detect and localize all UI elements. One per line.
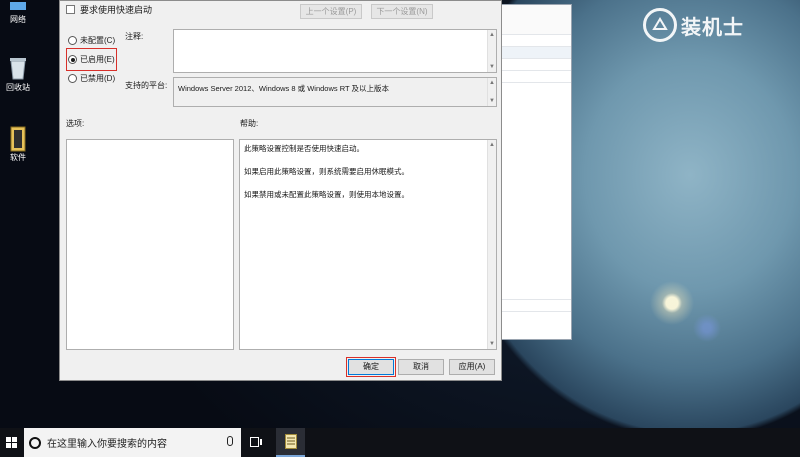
cortana-icon: [29, 436, 41, 449]
cancel-button[interactable]: 取消: [398, 359, 444, 375]
supported-scrollbar[interactable]: ▲ ▼: [487, 78, 496, 106]
help-text-line: 如果启用此策略设置，则系统需要启用休眠模式。: [244, 167, 409, 176]
policy-icon: [66, 5, 75, 14]
recycle-bin-icon: [7, 56, 29, 80]
brand-logo-icon: [643, 8, 677, 42]
options-panel[interactable]: [66, 139, 234, 350]
radio-enabled[interactable]: 已启用(E): [65, 48, 118, 71]
windows-logo-icon: [6, 436, 17, 448]
background-window[interactable]: [498, 4, 572, 340]
folder-icon: [7, 126, 29, 152]
desktop-icon-label: 回收站: [6, 83, 30, 92]
radio-icon: [68, 55, 77, 64]
dialog-title-row: 要求使用快速启动: [66, 3, 152, 16]
scroll-up-icon: ▲: [489, 80, 495, 86]
prev-setting-button[interactable]: 上一个设置(P): [300, 4, 362, 19]
next-setting-button[interactable]: 下一个设置(N): [371, 4, 433, 19]
scroll-up-icon: ▲: [489, 142, 495, 148]
brand-text: 装机士: [681, 16, 744, 39]
supported-platforms-box: Windows Server 2012、Windows 8 或 Windows …: [173, 77, 497, 107]
radio-icon: [68, 36, 77, 45]
scroll-up-icon: ▲: [489, 32, 495, 38]
scroll-down-icon: ▼: [489, 341, 495, 347]
help-text-line: 此策略设置控制是否使用快速启动。: [244, 144, 364, 153]
policy-setting-dialog[interactable]: 要求使用快速启动 上一个设置(P) 下一个设置(N) 未配置(C) 已启用(E)…: [59, 0, 502, 381]
brand-watermark: 装机士: [643, 8, 744, 42]
state-radio-group: 未配置(C) 已启用(E) 已禁用(D): [65, 31, 118, 88]
radio-not-configured[interactable]: 未配置(C): [68, 31, 115, 50]
desktop-icon-recycle-bin[interactable]: 回收站: [0, 56, 38, 93]
notepad-icon: [284, 434, 297, 449]
dialog-title: 要求使用快速启动: [80, 5, 153, 15]
comment-textarea[interactable]: ▲ ▼: [173, 29, 497, 73]
help-label: 帮助:: [240, 119, 259, 128]
microphone-icon[interactable]: [227, 436, 233, 446]
help-panel[interactable]: 此策略设置控制是否使用快速启动。 如果启用此策略设置，则系统需要启用休眠模式。 …: [239, 139, 497, 350]
supported-platforms-value: Windows Server 2012、Windows 8 或 Windows …: [178, 84, 390, 93]
comment-scrollbar[interactable]: ▲ ▼: [487, 30, 496, 72]
scroll-down-icon: ▼: [489, 64, 495, 70]
scroll-down-icon: ▼: [489, 98, 495, 104]
start-button[interactable]: [0, 428, 24, 457]
apply-button[interactable]: 应用(A): [449, 359, 495, 375]
task-view-icon[interactable]: [250, 436, 263, 448]
taskbar-app-notepad[interactable]: [276, 428, 305, 457]
desktop-icon-label: 软件: [10, 153, 26, 162]
desktop-icon-label: 网络: [10, 15, 26, 24]
options-label: 选项:: [66, 119, 85, 128]
help-text-line: 如果禁用或未配置此策略设置，则使用本地设置。: [244, 190, 409, 199]
taskbar-search-box[interactable]: 在这里输入你要搜索的内容: [24, 428, 241, 457]
ok-button[interactable]: 确定: [346, 357, 396, 377]
desktop-icon-network[interactable]: 网络: [0, 2, 38, 25]
network-icon: [7, 2, 29, 12]
radio-icon: [68, 74, 77, 83]
comment-label: 注释:: [125, 32, 144, 41]
radio-label: 已禁用(D): [80, 74, 116, 83]
supported-label: 支持的平台:: [125, 81, 168, 90]
help-scrollbar[interactable]: ▲ ▼: [487, 140, 496, 349]
search-placeholder: 在这里输入你要搜索的内容: [47, 439, 167, 450]
taskbar: 在这里输入你要搜索的内容: [0, 428, 800, 457]
radio-label: 未配置(C): [80, 36, 116, 45]
radio-label: 已启用(E): [80, 55, 115, 64]
radio-disabled[interactable]: 已禁用(D): [68, 69, 115, 88]
desktop-icon-software[interactable]: 软件: [0, 126, 38, 163]
